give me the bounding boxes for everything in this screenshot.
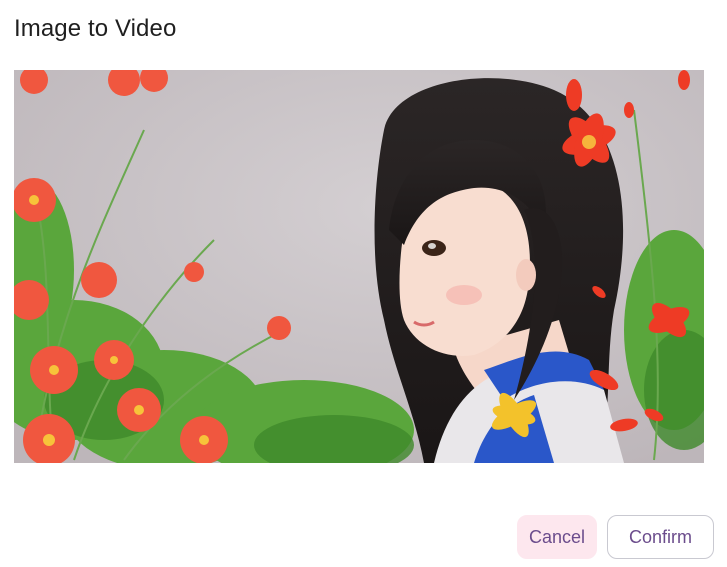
dialog-title: Image to Video [14, 15, 177, 42]
preview-image [14, 70, 704, 463]
confirm-button[interactable]: Confirm [607, 515, 714, 559]
cancel-button[interactable]: Cancel [517, 515, 597, 559]
